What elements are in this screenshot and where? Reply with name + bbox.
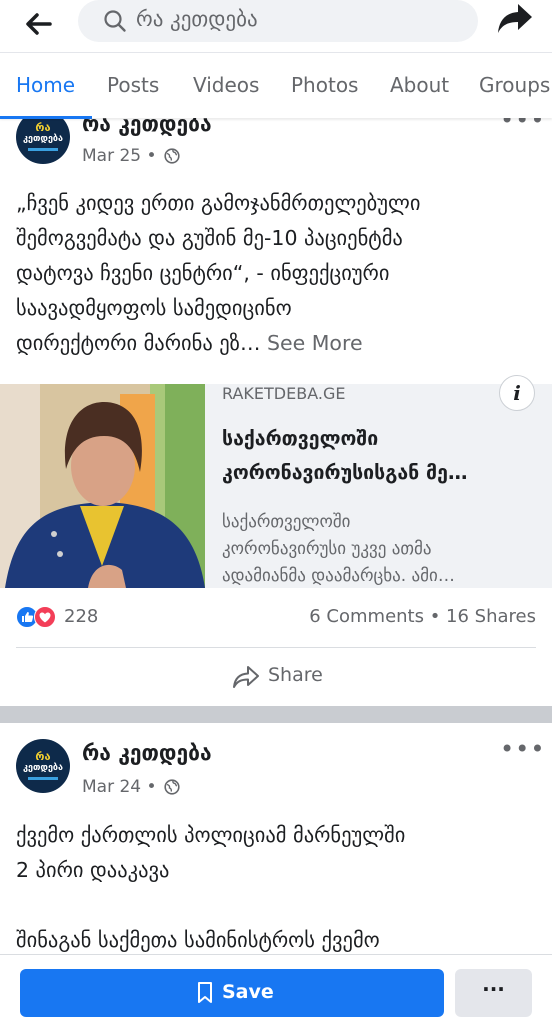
love-reaction-icon — [34, 606, 56, 628]
link-description: კორონავირუსი უკვე ათმა — [222, 539, 432, 559]
post-separator — [0, 706, 552, 723]
post-body: ქვემო ქართლის პოლიციამ მარნეულში 2 პირი … — [16, 823, 406, 952]
search-bar[interactable]: რა კეთდება — [78, 0, 478, 42]
search-query: რა კეთდება — [136, 7, 258, 31]
page-tabs: Home Posts Videos Photos About Groups — [0, 52, 552, 119]
search-icon — [102, 8, 128, 34]
post-date[interactable]: Mar 24 • — [82, 777, 180, 797]
tab-home[interactable]: Home — [16, 73, 75, 97]
reaction-count: 228 — [64, 606, 99, 627]
post-header: რა კეთდება რა კეთდება Mar 24 • ••• — [0, 735, 552, 805]
active-tab-indicator — [0, 116, 92, 119]
tab-about[interactable]: About — [390, 73, 449, 97]
link-description: ადამიანმა დაამარცხა. ამი… — [222, 566, 455, 586]
post-date[interactable]: Mar 25 • — [82, 146, 180, 166]
comments-shares-count[interactable]: 6 Comments • 16 Shares — [309, 606, 536, 627]
back-arrow-icon[interactable] — [20, 6, 56, 42]
tab-photos[interactable]: Photos — [291, 73, 358, 97]
more-options-icon[interactable]: ••• — [500, 735, 545, 763]
globe-icon — [164, 779, 180, 795]
divider — [16, 647, 536, 648]
tab-posts[interactable]: Posts — [107, 73, 159, 97]
post-body: „ჩვენ კიდევ ერთი გამოჯანმრთელებული შემოგ… — [16, 191, 421, 355]
link-title: კორონავირუსისგან მე… — [222, 461, 468, 484]
page-name[interactable]: რა კეთდება — [82, 741, 212, 765]
top-bar: რა კეთდება — [0, 0, 552, 50]
save-label: Save — [222, 981, 274, 1003]
link-description: საქართველოში — [222, 512, 351, 532]
avatar[interactable]: რა კეთდება — [16, 739, 70, 793]
share-label: Share — [268, 664, 323, 686]
see-more-link[interactable]: See More — [267, 331, 363, 355]
article-thumbnail — [0, 384, 205, 588]
tab-videos[interactable]: Videos — [193, 73, 259, 97]
tab-groups[interactable]: Groups — [479, 73, 550, 97]
more-button[interactable]: ··· — [455, 969, 532, 1017]
info-icon[interactable]: i — [499, 375, 535, 411]
share-button[interactable]: Share — [0, 650, 552, 704]
more-dots-icon: ··· — [482, 977, 505, 1001]
share-arrow-icon[interactable] — [496, 2, 534, 36]
save-button[interactable]: Save — [20, 969, 444, 1017]
bottom-action-bar: Save ··· — [0, 954, 552, 1024]
link-preview-card[interactable]: RAKETDEBA.GE საქართველოში კორონავირუსისგ… — [0, 384, 552, 588]
link-domain: RAKETDEBA.GE — [222, 384, 346, 403]
bookmark-icon — [196, 981, 214, 1005]
globe-icon — [164, 148, 180, 164]
link-title: საქართველოში — [222, 427, 379, 450]
share-icon — [232, 664, 260, 690]
